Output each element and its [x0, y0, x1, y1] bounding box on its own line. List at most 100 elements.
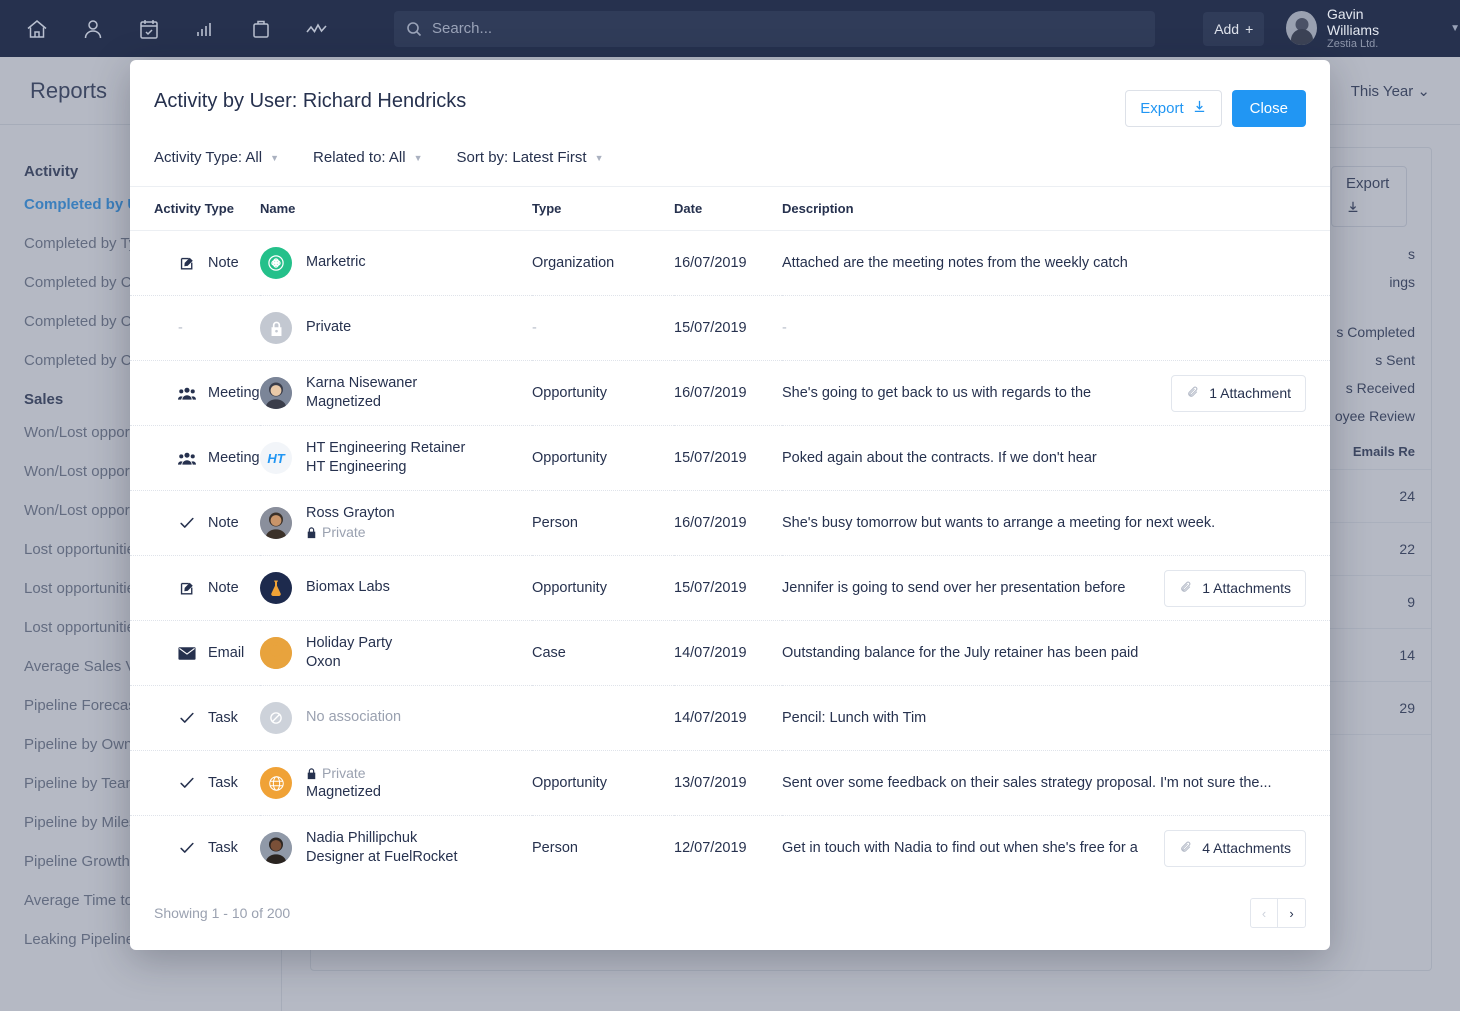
table-row[interactable]: - Private -15/07/2019-: [130, 295, 1330, 361]
avatar-biomax-labs: [260, 572, 292, 604]
attachment-label: 1 Attachments: [1202, 580, 1291, 596]
activity-type-label: Meeting: [208, 450, 260, 466]
check-icon: [178, 839, 196, 857]
cell-activity-type: Task: [130, 815, 260, 876]
cell-name: Marketric: [260, 230, 532, 296]
activity-type-label: Note: [208, 255, 239, 271]
entity-name: Private: [306, 319, 352, 336]
entity-name: Biomax Labs: [306, 579, 390, 596]
pagination: ‹ ›: [1250, 898, 1306, 928]
filter-activity-type[interactable]: Activity Type: All ▼: [154, 149, 279, 166]
table-row[interactable]: Note Ross Grayton Private Person 16/07/2019 S…: [130, 490, 1330, 556]
cell-type: [532, 685, 674, 751]
paperclip-icon: [1179, 840, 1193, 857]
table-row[interactable]: Email Holiday Party Oxon Case 14/07/2019 Outs…: [130, 620, 1330, 686]
activity-type-label: Task: [208, 840, 238, 856]
chart-bars-icon[interactable]: [188, 12, 222, 46]
search-box[interactable]: [394, 10, 1156, 47]
private-label: Private: [322, 524, 366, 541]
cell-name: Karna Nisewaner Magnetized: [260, 360, 532, 426]
entity-name: Holiday Party: [306, 634, 393, 651]
table-row[interactable]: Meeting HT HT Engineering Retainer HT Engin…: [130, 425, 1330, 491]
table-row[interactable]: Task Nadia Phillipchuk Designer at FuelRoc…: [130, 815, 1330, 876]
chevron-down-icon: ▼: [594, 152, 604, 163]
cell-name: Nadia Phillipchuk Designer at FuelRocket: [260, 815, 532, 876]
cell-date: 16/07/2019: [674, 230, 782, 296]
cell-activity-type: Task: [130, 685, 260, 751]
cell-name: No association: [260, 685, 532, 751]
modal-footer: Showing 1 - 10 of 200 ‹ ›: [130, 876, 1330, 950]
avatar-magnetized: [260, 767, 292, 799]
cell-date: 15/07/2019: [674, 425, 782, 491]
description-text: -: [782, 320, 787, 336]
cell-description: Attached are the meeting notes from the …: [782, 230, 1330, 296]
note-pencil-icon: [178, 254, 196, 272]
calendar-icon[interactable]: [132, 12, 166, 46]
cell-description: Jennifer is going to send over her prese…: [782, 555, 1330, 621]
entity-subname: HT Engineering: [306, 459, 407, 475]
table-row[interactable]: Task No association 14/07/2019 Pencil: Lunc…: [130, 685, 1330, 751]
cell-description: -: [782, 295, 1330, 361]
cell-activity-type: Meeting: [130, 425, 260, 491]
paperclip-icon: [1179, 580, 1193, 597]
activity-table-body: Note Marketric Organization 16/07/2019 Attac…: [130, 230, 1330, 876]
cell-date: 16/07/2019: [674, 490, 782, 556]
filter-sort-by[interactable]: Sort by: Latest First ▼: [457, 149, 604, 166]
table-row[interactable]: Meeting Karna Nisewaner Magnetized Opportun…: [130, 360, 1330, 426]
attachment-button[interactable]: 1 Attachment: [1171, 374, 1306, 412]
cell-type: -: [532, 295, 674, 361]
attachment-button[interactable]: 4 Attachments: [1164, 829, 1306, 867]
activity-table-wrapper: Activity Type Name Type Date Description…: [130, 186, 1330, 876]
entity-name: No association: [306, 709, 402, 726]
add-button[interactable]: Add +: [1203, 11, 1265, 46]
previous-page-button[interactable]: ‹: [1250, 898, 1278, 928]
private-label: Private: [322, 765, 366, 782]
cell-activity-type: Email: [130, 620, 260, 686]
attachment-button[interactable]: 1 Attachments: [1164, 569, 1306, 607]
description-text: Outstanding balance for the July retaine…: [782, 645, 1139, 661]
user-name: Gavin Williams: [1326, 6, 1380, 39]
briefcase-icon[interactable]: [244, 12, 278, 46]
cell-activity-type: Note: [130, 230, 260, 296]
filter-label: Related to: All: [313, 149, 406, 166]
filter-related-to[interactable]: Related to: All ▼: [313, 149, 422, 166]
modal-title-row: Activity by User: Richard Hendricks Expo…: [154, 90, 1306, 127]
avatar-no-association: [260, 702, 292, 734]
column-header-date: Date: [674, 186, 782, 231]
nav-icon-group: [0, 12, 334, 46]
cell-type: Case: [532, 620, 674, 686]
column-header-activity-type: Activity Type: [130, 186, 260, 231]
cell-type: Opportunity: [532, 425, 674, 491]
description-text: Get in touch with Nadia to find out when…: [782, 840, 1138, 856]
cell-date: 16/07/2019: [674, 360, 782, 426]
entity-subname: Oxon: [306, 654, 341, 670]
table-row[interactable]: Task Private Magnetized Opportunity 13/07/20…: [130, 750, 1330, 816]
table-row[interactable]: Note Biomax Labs Opportunity 15/07/2019 Jenn…: [130, 555, 1330, 621]
table-row[interactable]: Note Marketric Organization 16/07/2019 Attac…: [130, 230, 1330, 296]
entity-name: HT Engineering Retainer: [306, 439, 466, 456]
download-icon: [1192, 99, 1207, 118]
user-menu[interactable]: Gavin Williams Zestia Ltd. ▼: [1286, 6, 1460, 51]
export-button[interactable]: Export: [1125, 90, 1222, 127]
private-badge: Private: [306, 764, 381, 782]
close-button[interactable]: Close: [1231, 90, 1306, 127]
modal-filter-bar: Activity Type: All ▼ Related to: All ▼ S…: [154, 149, 1306, 186]
entity-name: Karna Nisewaner: [306, 374, 418, 391]
cell-type: Opportunity: [532, 360, 674, 426]
avatar: [1286, 11, 1317, 46]
cell-date: 15/07/2019: [674, 555, 782, 621]
person-icon[interactable]: [76, 12, 110, 46]
chevron-down-icon[interactable]: ▼: [1450, 23, 1460, 34]
search-input[interactable]: [432, 20, 1144, 37]
cell-type: Opportunity: [532, 750, 674, 816]
cell-type: Opportunity: [532, 555, 674, 621]
activity-type-label: -: [178, 320, 183, 336]
home-icon[interactable]: [20, 12, 54, 46]
next-page-button[interactable]: ›: [1278, 898, 1306, 928]
add-button-label: Add: [1214, 20, 1240, 37]
modal-header: Activity by User: Richard Hendricks Expo…: [130, 60, 1330, 186]
cell-description: Pencil: Lunch with Tim: [782, 685, 1330, 751]
description-text: Pencil: Lunch with Tim: [782, 710, 927, 726]
column-header-type: Type: [532, 186, 674, 231]
trend-line-icon[interactable]: [300, 12, 334, 46]
